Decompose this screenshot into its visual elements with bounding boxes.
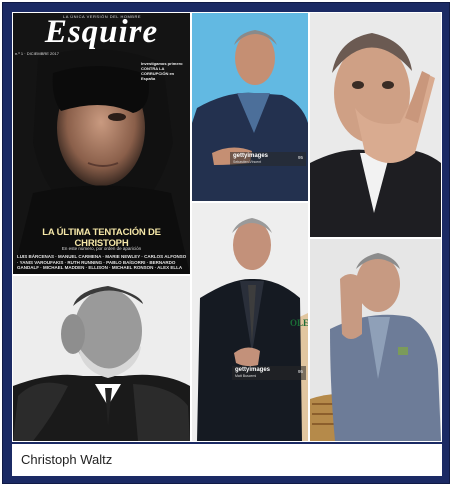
getty-brand: gettyimages (235, 367, 271, 373)
seated-portrait-illustration (310, 239, 441, 441)
getty-watermark: gettyimages Sebastien Vincent 95 (230, 152, 306, 166)
gallery-frame: LA ÚNICA VERSIÓN DEL HOMBRE Esquire n.º … (2, 2, 450, 484)
photo-grid: LA ÚNICA VERSIÓN DEL HOMBRE Esquire n.º … (12, 12, 442, 442)
cover-date: n.º 1 · DICIEMBRE 2017 (15, 51, 59, 56)
bw-portrait-illustration (13, 276, 190, 441)
cover-masthead: Esquire (44, 14, 159, 50)
getty-watermark: gettyimages Matt Buscemi 95 (232, 366, 306, 380)
getty-credit: Sebastien Vincent (233, 160, 262, 164)
getty-credit: Matt Buscemi (235, 374, 257, 378)
cover-subheadline: En este número, por orden de aparición (61, 246, 142, 251)
cover-side-text: Investigamos primero CONTRA LA CORRUPCIÓ… (141, 61, 183, 81)
red-carpet-photo[interactable]: OLE gettyimages Matt Buscemi 95 (192, 203, 308, 441)
cover-names: LUIS BÁRCENAS · MANUEL CARMENA · MARIE N… (17, 254, 187, 270)
getty-id: 95 (297, 155, 303, 160)
hand-gesture-illustration (310, 13, 441, 237)
getty-brand: gettyimages (233, 153, 269, 159)
blue-background-photo[interactable]: gettyimages Sebastien Vincent 95 (192, 13, 308, 201)
esquire-cover-photo[interactable]: LA ÚNICA VERSIÓN DEL HOMBRE Esquire n.º … (13, 13, 190, 274)
bw-portrait-photo[interactable] (13, 276, 190, 441)
hand-gesture-photo[interactable] (310, 13, 441, 237)
caption-bar: Christoph Waltz (12, 444, 442, 476)
seated-portrait-photo[interactable] (310, 239, 441, 441)
caption-text: Christoph Waltz (21, 452, 113, 467)
rolex-backdrop-text: OLE (290, 318, 308, 328)
blue-portrait-illustration (192, 13, 308, 201)
getty-id: 95 (297, 369, 303, 374)
